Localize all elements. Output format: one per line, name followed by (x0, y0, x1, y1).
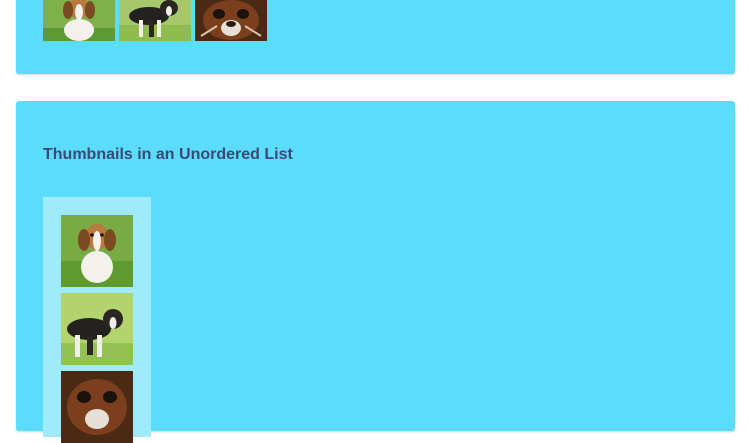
list-item-beagle-face[interactable] (61, 371, 133, 443)
list-item-beagle-puppy[interactable] (61, 215, 133, 287)
thumbnail-row-panel (16, 0, 735, 74)
section-title: Thumbnails in an Unordered List (43, 146, 293, 163)
thumbnail-unordered-list (43, 197, 151, 443)
unordered-list-panel: Thumbnails in an Unordered List (16, 101, 735, 443)
thumbnail-black-white-puppy[interactable] (119, 0, 191, 41)
thumbnail-beagle-puppy[interactable] (43, 0, 115, 41)
thumbnail-beagle-face[interactable] (195, 0, 267, 41)
list-item-black-white-puppy[interactable] (61, 293, 133, 365)
thumbnail-row (43, 0, 267, 41)
